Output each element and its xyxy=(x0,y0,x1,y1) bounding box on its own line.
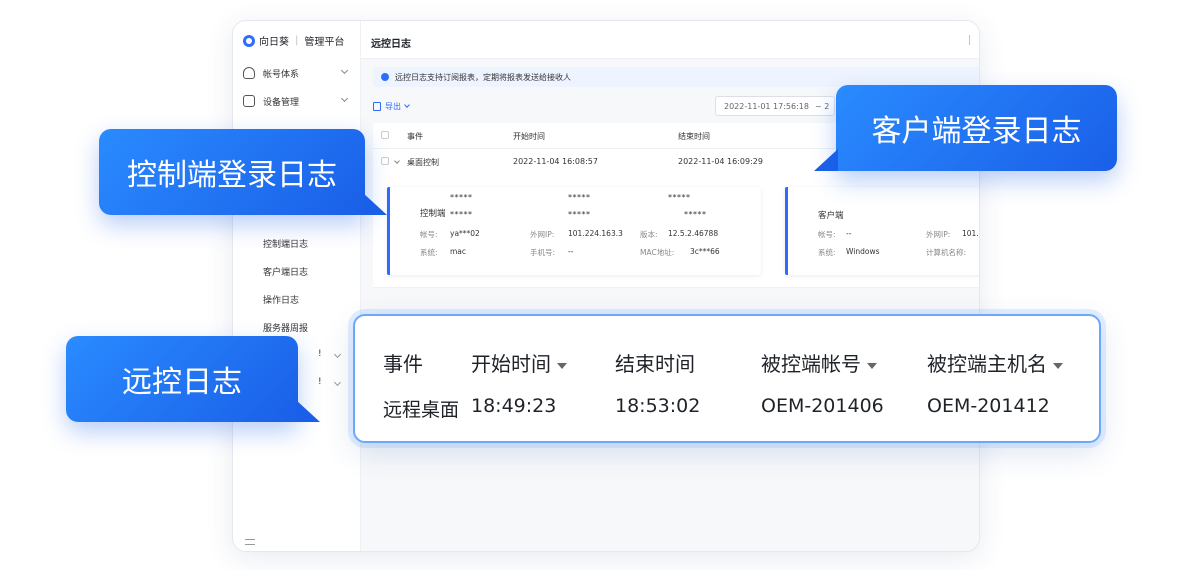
account-value: -- xyxy=(846,229,852,238)
zoom-col-header-host-label: 被控端主机名 xyxy=(927,352,1047,376)
zoom-cell-start: 18:49:23 xyxy=(471,395,557,417)
page-title: 远控日志 xyxy=(371,39,411,50)
zoom-cell-host: OEM-201412 xyxy=(927,395,1050,417)
date-range-start: 2022-11-01 17:56:18 xyxy=(724,101,809,111)
controller-card-title: 控制端 xyxy=(420,209,446,219)
chevron-down-icon xyxy=(404,102,410,108)
col-header-end: 结束时间 xyxy=(678,132,710,141)
info-icon xyxy=(381,73,389,81)
zoom-cell-account: OEM-201406 xyxy=(761,395,884,417)
ip-label: 外网IP: xyxy=(926,230,951,239)
sidebar-sub-client-log[interactable]: 客户端日志 xyxy=(263,265,308,278)
brand-platform: 管理平台 xyxy=(304,37,345,48)
sort-caret-icon xyxy=(1053,362,1063,369)
ip-value: 101.224.163.3 xyxy=(568,229,623,238)
zoom-cell-end: 18:53:02 xyxy=(615,395,701,417)
sidebar-sub-server-weekly[interactable]: 服务器周报 xyxy=(263,321,308,334)
sort-caret-icon xyxy=(867,362,877,369)
account-value: ya***02 xyxy=(450,229,480,238)
zoom-col-header-event: 事件 xyxy=(383,352,423,376)
sidebar-item-fragment: ! xyxy=(318,377,322,387)
zoom-col-header-start[interactable]: 开始时间 xyxy=(471,348,567,377)
col-header-start: 开始时间 xyxy=(513,132,545,141)
masked-value: ***** xyxy=(568,193,591,202)
phone-label: 手机号: xyxy=(530,248,556,257)
date-range-separator: ~ 2 xyxy=(814,101,830,111)
masked-value: ***** xyxy=(684,210,707,219)
version-value: 12.5.2.46788 xyxy=(668,229,719,238)
sunlogin-logo-icon xyxy=(243,34,255,47)
ip-value: 101. xyxy=(962,229,979,238)
brand-divider: | xyxy=(295,35,299,46)
zoom-col-header-start-label: 开始时间 xyxy=(471,352,551,376)
collapse-menu-icon[interactable] xyxy=(245,539,255,545)
sidebar: 向日葵 | 管理平台 帐号体系 设备管理 控制端日志 客户端日志 操作日志 服务… xyxy=(233,21,361,551)
sidebar-item-label: 帐号体系 xyxy=(263,69,300,80)
expand-row-icon[interactable] xyxy=(394,158,400,164)
brand-name: 向日葵 xyxy=(259,37,289,48)
zoomed-remote-log-table: 事件 开始时间 结束时间 被控端帐号 被控端主机名 远程桌面 18:49:23 … xyxy=(353,314,1101,443)
sidebar-sub-controller-log[interactable]: 控制端日志 xyxy=(263,237,308,250)
date-range-picker[interactable]: 2022-11-01 17:56:18 ~ 2 xyxy=(715,96,835,116)
chevron-down-icon xyxy=(340,94,349,103)
export-icon xyxy=(373,101,381,111)
os-label: 系统: xyxy=(420,248,438,257)
callout-remote-log: 远控日志 xyxy=(66,336,320,422)
zoom-col-header-end: 结束时间 xyxy=(615,352,695,376)
masked-value: ***** xyxy=(450,210,473,219)
zoom-col-header-account[interactable]: 被控端帐号 xyxy=(761,348,877,377)
phone-value: -- xyxy=(568,247,574,256)
chevron-down-icon[interactable] xyxy=(333,378,342,387)
masked-value: ***** xyxy=(668,193,691,202)
client-card-title: 客户端 xyxy=(818,211,844,221)
sidebar-item-device-management[interactable]: 设备管理 xyxy=(243,91,351,111)
os-value: Windows xyxy=(846,247,880,256)
chevron-down-icon xyxy=(340,66,349,75)
callout-text: 客户端登录日志 xyxy=(871,114,1082,149)
os-value: mac xyxy=(450,247,467,256)
cell-end: 2022-11-04 16:09:29 xyxy=(678,157,763,166)
callout-text: 远控日志 xyxy=(122,365,242,400)
sidebar-item-account-system[interactable]: 帐号体系 xyxy=(243,63,351,83)
callout-text: 控制端登录日志 xyxy=(127,158,337,193)
mac-label: MAC地址: xyxy=(640,248,675,257)
chevron-down-icon[interactable] xyxy=(333,350,342,359)
mac-value: 3c***66 xyxy=(690,247,720,256)
controller-detail-card: ***** ***** ***** 控制端 ***** ***** ***** … xyxy=(387,187,761,275)
cell-event: 桌面控制 xyxy=(407,158,439,167)
masked-value: ***** xyxy=(568,210,591,219)
notice-text: 远控日志支持订阅报表，定期将报表发送给接收人 xyxy=(395,72,571,82)
version-label: 版本: xyxy=(640,230,658,239)
title-bar: 远控日志 xyxy=(361,21,979,59)
sidebar-item-fragment: ! xyxy=(318,349,322,359)
account-label: 帐号: xyxy=(818,230,836,239)
row-checkbox[interactable] xyxy=(381,157,389,165)
sidebar-item-label: 设备管理 xyxy=(263,97,300,108)
callout-controller-log: 控制端登录日志 xyxy=(99,129,387,215)
sidebar-sub-operation-log[interactable]: 操作日志 xyxy=(263,293,299,306)
account-label: 帐号: xyxy=(420,230,438,239)
zoom-col-header-account-label: 被控端帐号 xyxy=(761,352,861,376)
user-icon xyxy=(243,67,255,79)
row-divider xyxy=(373,287,979,288)
zoom-col-header-host[interactable]: 被控端主机名 xyxy=(927,348,1063,377)
col-header-event: 事件 xyxy=(407,132,423,141)
client-detail-card: 客户端 帐号: -- 外网IP: 101. 系统: Windows 计算机名称: xyxy=(785,187,979,275)
sort-caret-icon xyxy=(557,362,567,369)
export-label: 导出 xyxy=(385,101,401,111)
subscription-notice: 远控日志支持订阅报表，定期将报表发送给接收人 xyxy=(373,67,979,87)
brand[interactable]: 向日葵 | 管理平台 xyxy=(243,33,344,48)
monitor-icon xyxy=(243,95,255,107)
host-label: 计算机名称: xyxy=(926,248,967,257)
export-button[interactable]: 导出 xyxy=(373,97,410,115)
masked-value: ***** xyxy=(450,193,473,202)
callout-client-log: 客户端登录日志 xyxy=(814,85,1117,171)
zoom-cell-event: 远程桌面 xyxy=(383,399,460,421)
os-label: 系统: xyxy=(818,248,836,257)
cell-start: 2022-11-04 16:08:57 xyxy=(513,157,598,166)
ip-label: 外网IP: xyxy=(530,230,555,239)
help-icon[interactable] xyxy=(969,35,975,45)
select-all-checkbox[interactable] xyxy=(381,131,389,139)
